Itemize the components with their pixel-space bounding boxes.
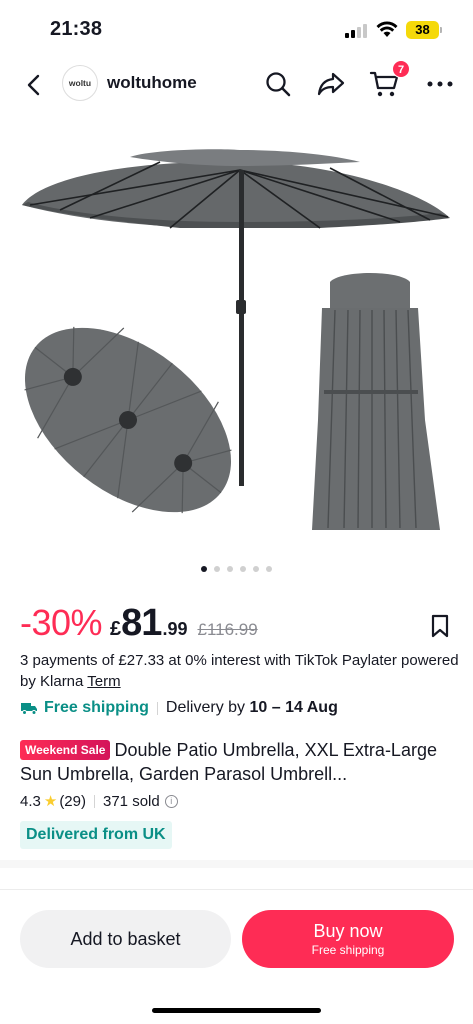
rating-row[interactable]: 4.3 ★ (29) 371 sold i — [20, 790, 178, 812]
battery-tip — [440, 27, 442, 33]
status-bar: 21:38 38 — [0, 0, 473, 58]
delivery-prefix: Delivery by — [165, 699, 246, 716]
product-image — [22, 149, 450, 530]
pagination-dot[interactable] — [227, 566, 233, 572]
share-button[interactable] — [315, 68, 347, 100]
rating-value: 4.3 — [20, 792, 41, 810]
sale-badge: Weekend Sale — [20, 740, 111, 760]
free-shipping-label: Free shipping — [44, 699, 149, 716]
discount-percent: -30% — [20, 602, 103, 643]
store-name[interactable]: woltuhome — [107, 73, 197, 93]
search-icon — [266, 72, 291, 97]
status-time: 21:38 — [50, 18, 103, 40]
store-logo[interactable]: woltu — [62, 65, 98, 101]
home-indicator[interactable] — [152, 1008, 321, 1013]
pagination-dot[interactable] — [240, 566, 246, 572]
buy-now-label: Buy now — [313, 921, 383, 941]
review-count: (29) — [59, 792, 86, 810]
original-price: £116.99 — [197, 620, 258, 639]
price-row: -30% £ 81 .99 £116.99 — [20, 602, 258, 646]
chevron-left-icon — [27, 74, 40, 96]
paylater-text: 3 payments of £27.33 at 0% interest with… — [20, 652, 459, 690]
shipping-row[interactable]: Free shipping Delivery by 10 – 14 Aug — [20, 697, 338, 719]
store-logo-text: woltu — [68, 78, 92, 88]
pagination-dot[interactable] — [253, 566, 259, 572]
save-button[interactable] — [428, 612, 452, 640]
paylater-info: 3 payments of £27.33 at 0% interest with… — [20, 650, 460, 692]
divider — [94, 794, 95, 808]
star-icon: ★ — [43, 793, 58, 810]
share-icon — [317, 72, 345, 96]
product-title: Weekend Sale Double Patio Umbrella, XXL E… — [20, 738, 460, 786]
pagination-dot[interactable] — [201, 566, 207, 572]
price-currency: £ — [110, 618, 122, 640]
back-button[interactable] — [18, 70, 48, 100]
wifi-icon — [376, 21, 398, 37]
battery-indicator: 38 — [406, 21, 439, 39]
delivery-estimate: Delivery by 10 – 14 Aug — [166, 699, 338, 717]
more-icon — [427, 81, 453, 87]
sold-count: 371 sold — [103, 792, 160, 810]
divider — [156, 701, 158, 715]
bottom-bar-border — [0, 889, 473, 890]
buy-now-sublabel: Free shipping — [311, 943, 385, 957]
pagination-dot[interactable] — [266, 566, 272, 572]
more-options-button[interactable] — [424, 68, 456, 100]
term-link[interactable]: Term — [87, 673, 120, 690]
buy-now-button[interactable]: Buy now Free shipping — [242, 910, 454, 968]
delivery-dates: 10 – 14 Aug — [249, 699, 338, 716]
search-button[interactable] — [262, 68, 294, 100]
bookmark-icon — [431, 614, 449, 638]
section-divider — [0, 860, 473, 868]
product-image-gallery[interactable] — [0, 110, 473, 582]
add-to-basket-button[interactable]: Add to basket — [20, 910, 231, 968]
top-navigation: woltu woltuhome 7 — [0, 58, 473, 110]
cart-count-badge: 7 — [392, 60, 410, 78]
truck-icon — [21, 703, 37, 715]
price-decimals: .99 — [162, 619, 188, 639]
gallery-pagination — [0, 566, 473, 572]
pagination-dot[interactable] — [214, 566, 220, 572]
info-icon[interactable]: i — [164, 794, 178, 808]
signal-icon — [345, 24, 369, 38]
price-main: 81 — [121, 602, 162, 644]
origin-tag: Delivered from UK — [20, 821, 172, 849]
